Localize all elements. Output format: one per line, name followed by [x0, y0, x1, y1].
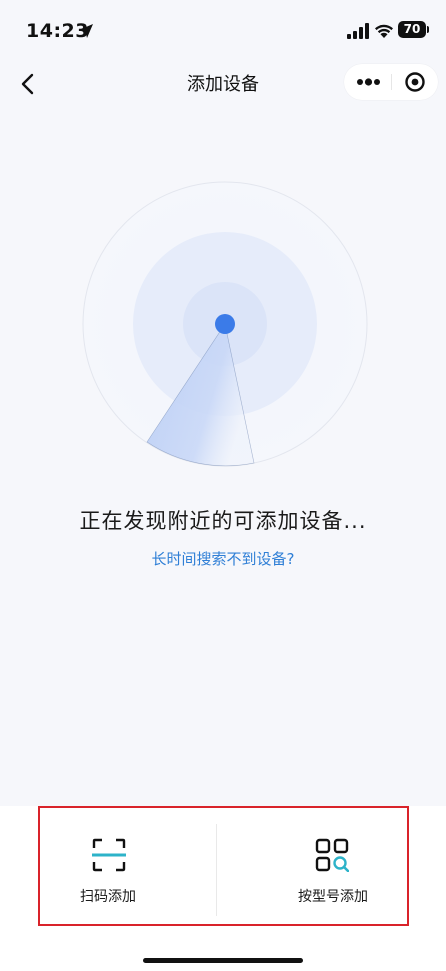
searching-status-text: 正在发现附近的可添加设备... [79, 509, 367, 533]
grid-search-icon [315, 838, 349, 872]
option-divider [216, 824, 217, 916]
radar-center-dot [215, 314, 235, 334]
nav-bar: 添加设备 [0, 60, 446, 106]
add-method-panel: 扫码添加 按型号添加 [0, 806, 446, 971]
model-add-label: 按型号添加 [298, 889, 368, 905]
battery-icon: 70 [398, 21, 426, 38]
radar-scan-animation [82, 181, 368, 467]
add-device-screen: 14:23 70 添加设备 正在发现附近的可添加设备... 长时间搜索不到设备?… [0, 0, 446, 971]
status-bar: 14:23 70 [0, 0, 446, 60]
mini-program-capsule [344, 64, 438, 100]
target-close-icon[interactable] [392, 64, 438, 100]
scan-add-label: 扫码添加 [80, 889, 136, 905]
search-help-link[interactable]: 长时间搜索不到设备? [0, 548, 446, 569]
more-dots-icon[interactable] [344, 64, 391, 100]
scan-frame-icon [92, 838, 126, 872]
wifi-icon [375, 24, 393, 38]
model-add-option[interactable]: 按型号添加 [220, 806, 408, 926]
battery-tip [427, 26, 429, 33]
cellular-signal-icon [347, 23, 369, 39]
scan-add-option[interactable]: 扫码添加 [40, 806, 216, 926]
home-indicator[interactable] [143, 958, 303, 963]
location-arrow-icon [79, 24, 93, 38]
